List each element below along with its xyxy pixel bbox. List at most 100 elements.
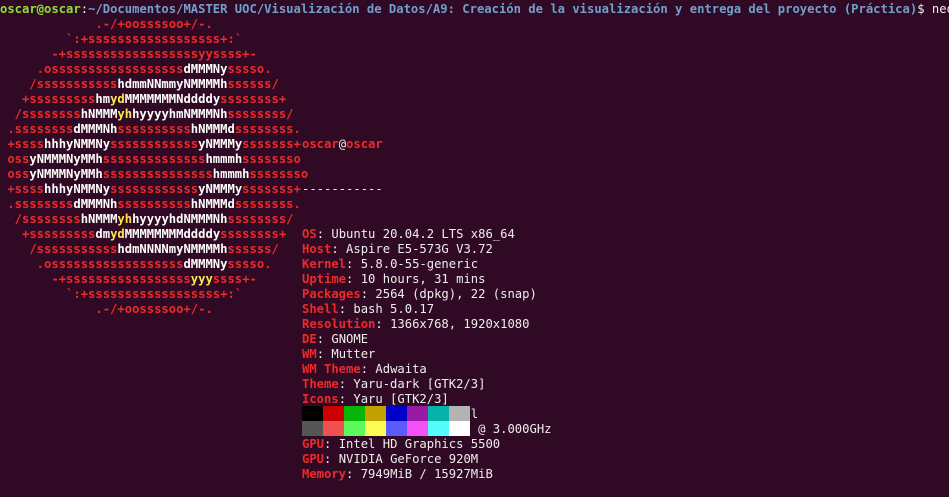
prompt-command[interactable]: neofetch (932, 2, 949, 16)
info-row: WM Theme: Adwaita (302, 362, 552, 377)
info-row: OS: Ubuntu 20.04.2 LTS x86_64 (302, 227, 552, 242)
logo-segment: yh (117, 212, 133, 226)
logo-line: `:+ssssssssssssssssss+:` (0, 287, 308, 302)
info-title: oscar@oscar (302, 137, 552, 152)
logo-line: +sssshhhyNMMNyssssssssssssyNMMMysssssss+ (0, 182, 308, 197)
logo-line: ossyNMMMNyMMhssssssssssssssshmmmhsssssss… (0, 167, 308, 182)
info-value: Yaru [GTK2/3] (353, 392, 449, 406)
logo-segment: oss (0, 152, 30, 166)
info-key-separator: : (360, 287, 376, 301)
info-value: 2564 (dpkg), 22 (snap) (375, 287, 537, 301)
logo-segment: +ssss (0, 182, 45, 196)
color-swatch (386, 421, 407, 436)
info-key: Uptime (302, 272, 347, 286)
prompt-path: ~/Documentos/MASTER UOC/Visualización de… (88, 2, 918, 16)
info-key-separator: : (331, 242, 347, 256)
info-value: 5.8.0-55-generic (360, 257, 479, 271)
logo-segment: .-/+oossssoo+/-. (0, 17, 213, 31)
info-user: oscar (302, 137, 339, 151)
info-row: GPU: Intel HD Graphics 5500 (302, 437, 552, 452)
color-swatch (323, 406, 344, 421)
info-key: Theme (302, 377, 339, 391)
info-key: Host (302, 242, 332, 256)
logo-segment: sssssss+ (242, 182, 301, 196)
info-row: Uptime: 10 hours, 31 mins (302, 272, 552, 287)
color-swatch (428, 421, 449, 436)
logo-segment: hNMMMd (190, 197, 235, 211)
logo-segment: ssssssssssssss (102, 152, 206, 166)
info-key-separator: : (316, 347, 332, 361)
info-value: 7949MiB / 15927MiB (360, 467, 493, 481)
logo-segment: MMMMMMMMddddy (124, 227, 221, 241)
logo-segment: MMMMMMMNddddy (124, 92, 221, 106)
logo-line: +sssssssssdmydMMMMMMMMddddyssssssss+ (0, 227, 308, 242)
info-key-separator: : (346, 272, 361, 286)
logo-segment: sssso. (227, 257, 272, 271)
logo-line: -+ssssssssssssssssssyyssss+- (0, 47, 308, 62)
logo-segment: .-/+oossssoo+/-. (0, 302, 213, 316)
info-value: Aspire E5-573G V3.72 (346, 242, 493, 256)
logo-segment: +sssssssss (0, 227, 96, 241)
logo-line: /sssssssshNMMMyhhyyyyhmNMMMNhssssssss/ (0, 107, 308, 122)
logo-segment: yd (110, 227, 125, 241)
system-info-panel: oscar@oscar ----------- OS: Ubuntu 20.04… (302, 107, 552, 497)
logo-line: .-/+oossssoo+/-. (0, 17, 308, 32)
logo-line: -+sssssssssssssssssyyyssss+- (0, 272, 308, 287)
logo-segment: dMMMNy (183, 257, 228, 271)
logo-segment: ssssssssss (117, 122, 191, 136)
logo-line: +ssssssssshmydMMMMMMMNddddyssssssss+ (0, 92, 308, 107)
logo-segment: hhhyNMMNy (44, 182, 111, 196)
logo-segment: sssssssssssssss (102, 167, 213, 181)
color-swatch (302, 406, 323, 421)
logo-segment: ssssssso (242, 152, 301, 166)
logo-segment: ssssss/ (227, 242, 279, 256)
logo-segment: hNMMM (80, 107, 118, 121)
info-key-separator: : (346, 257, 361, 271)
logo-line: +sssshhhyNMMNyssssssssssssyNMMMysssssss+ (0, 137, 308, 152)
prompt-user-host: oscar@oscar (0, 2, 81, 16)
info-key: Kernel (302, 257, 347, 271)
info-key: Shell (302, 302, 339, 316)
info-value: GNOME (331, 332, 369, 346)
logo-line: .ssssssssdMMMNhsssssssssshNMMMdssssssss. (0, 197, 308, 212)
info-key: WM Theme (302, 362, 361, 376)
logo-segment: ssssssss. (234, 197, 301, 211)
logo-segment: ssssss/ (227, 77, 279, 91)
logo-segment: ssssssss+ (220, 92, 287, 106)
color-swatch (407, 421, 428, 436)
logo-segment: dMMMNh (73, 197, 118, 211)
logo-line: .ossssssssssssssssssdMMMNysssso. (0, 257, 308, 272)
info-row: WM: Mutter (302, 347, 552, 362)
info-value: NVIDIA GeForce 920M (338, 452, 479, 466)
logo-segment: hdmNNNNmyNMMMMh (117, 242, 228, 256)
logo-segment: yNMMMNyMMh (29, 167, 103, 181)
logo-segment: hNMMMd (190, 122, 235, 136)
info-key: DE (302, 332, 317, 346)
info-row: Memory: 7949MiB / 15927MiB (302, 467, 552, 482)
logo-segment: `:+ssssssssssssssssss+:` (0, 32, 243, 46)
logo-segment: sssso. (227, 62, 272, 76)
info-value: 1366x768, 1920x1080 (390, 317, 530, 331)
info-key-separator: : (316, 227, 332, 241)
logo-segment: hhhyNMMNy (44, 137, 111, 151)
color-swatch (449, 421, 470, 436)
info-row: Theme: Yaru-dark [GTK2/3] (302, 377, 552, 392)
terminal-prompt: oscar@oscar:~/Documentos/MASTER UOC/Visu… (0, 2, 949, 17)
info-key-separator: : (375, 317, 391, 331)
info-value: Ubuntu 20.04.2 LTS x86_64 (331, 227, 515, 241)
info-row: DE: GNOME (302, 332, 552, 347)
logo-segment: `:+ssssssssssssssssss+:` (0, 287, 243, 301)
info-underline: ----------- (302, 182, 383, 196)
info-row: Icons: Yaru [GTK2/3] (302, 392, 552, 407)
logo-segment: ssssssss/ (227, 107, 294, 121)
info-row: Kernel: 5.8.0-55-generic (302, 257, 552, 272)
prompt-separator: : (80, 2, 89, 16)
logo-segment: ssssssss. (234, 122, 301, 136)
logo-segment: /sssssssssss (0, 242, 118, 256)
logo-segment: yNMMMy (198, 182, 243, 196)
logo-segment: hyyyyhdNMMMNh (132, 212, 228, 226)
logo-segment: hNMMM (80, 212, 118, 226)
palette-row-bright (302, 421, 470, 436)
info-value: Intel HD Graphics 5500 (338, 437, 501, 451)
logo-segment: /ssssssss (0, 107, 81, 121)
